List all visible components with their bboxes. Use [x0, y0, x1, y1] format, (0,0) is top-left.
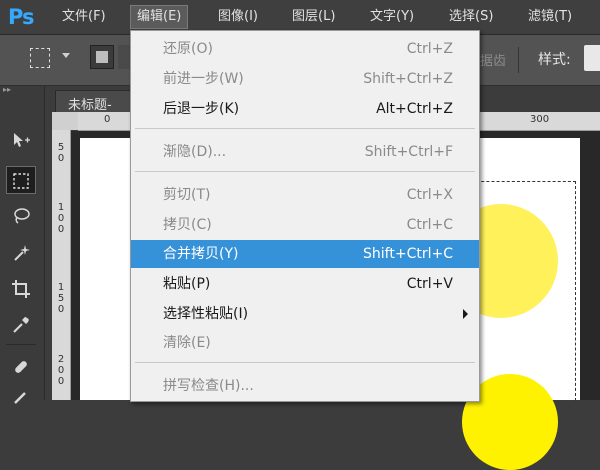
menu-item-clear[interactable]: 清除(E) — [131, 329, 479, 357]
menu-item-paste[interactable]: 粘贴(P) Ctrl+V — [131, 270, 479, 298]
ruler-v-tick: 100 — [57, 202, 65, 235]
new-selection-button[interactable] — [90, 45, 114, 69]
menu-item-cut[interactable]: 剪切(T) Ctrl+X — [131, 181, 479, 209]
menu-edit[interactable]: 编辑(E) — [130, 5, 189, 29]
ruler-v-tick: 50 — [57, 142, 65, 164]
ruler-h-tick: 0 — [104, 114, 111, 125]
menu-item-label: 后退一步(K) — [163, 101, 240, 117]
menu-layer[interactable]: 图层(L) — [286, 6, 341, 28]
anti-alias-label: 据齿 — [480, 54, 507, 69]
menu-item-shortcut: Ctrl+Z — [406, 41, 453, 57]
marquee-tool-icon[interactable] — [6, 166, 36, 194]
edit-menu-dropdown: 还原(O) Ctrl+Z 前进一步(W) Shift+Ctrl+Z 后退一步(K… — [130, 30, 480, 402]
magic-wand-tool-icon[interactable] — [6, 238, 36, 266]
crop-tool-icon[interactable] — [6, 274, 36, 302]
menu-item-shortcut: Ctrl+C — [406, 217, 453, 233]
menu-item-shortcut: Shift+Ctrl+C — [363, 246, 453, 262]
menu-file[interactable]: 文件(F) — [56, 6, 112, 28]
menu-item-label: 前进一步(W) — [163, 71, 244, 87]
menu-item-label: 剪切(T) — [163, 187, 211, 203]
document-tab[interactable]: 未标题- — [55, 90, 131, 113]
menu-item-spell-check[interactable]: 拼写检查(H)... — [131, 372, 479, 400]
menu-separator — [135, 171, 475, 172]
photoshop-logo: Ps — [8, 5, 35, 29]
menu-select[interactable]: 选择(S) — [443, 6, 499, 28]
menu-item-label: 合并拷贝(Y) — [163, 246, 239, 262]
ruler-origin[interactable] — [52, 112, 78, 130]
menu-separator — [135, 362, 475, 363]
toolbar-divider — [6, 344, 36, 345]
menu-item-label: 渐隐(D)... — [163, 144, 227, 160]
menu-filter[interactable]: 滤镜(T) — [522, 6, 578, 28]
ruler-v-tick: 150 — [57, 282, 65, 315]
lasso-tool-icon[interactable] — [6, 202, 36, 230]
menu-item-label: 清除(E) — [163, 335, 211, 351]
menu-item-label: 拷贝(C) — [163, 217, 212, 233]
marquee-selection — [466, 181, 576, 401]
tools-panel: ▸▸ — [0, 86, 45, 404]
menu-item-step-backward[interactable]: 后退一步(K) Alt+Ctrl+Z — [131, 95, 479, 123]
menu-item-step-forward[interactable]: 前进一步(W) Shift+Ctrl+Z — [131, 65, 479, 93]
menu-item-undo[interactable]: 还原(O) Ctrl+Z — [131, 35, 479, 63]
rectangular-marquee-icon[interactable] — [30, 48, 50, 68]
menu-item-fade[interactable]: 渐隐(D)... Shift+Ctrl+F — [131, 138, 479, 166]
style-select[interactable] — [584, 45, 600, 71]
healing-brush-tool-icon[interactable] — [6, 352, 36, 380]
menu-type[interactable]: 文字(Y) — [364, 6, 420, 28]
menu-item-shortcut: Shift+Ctrl+F — [364, 144, 453, 160]
menu-item-shortcut: Ctrl+X — [406, 187, 453, 203]
ruler-v-tick: 200 — [57, 354, 65, 387]
document-tab-label: 未标题- — [68, 98, 112, 113]
vertical-ruler[interactable]: 50 100 150 200 — [52, 130, 71, 400]
brush-tool-icon[interactable] — [6, 386, 36, 414]
menu-item-label: 选择性粘贴(I) — [163, 306, 249, 322]
style-label: 样式: — [538, 52, 571, 68]
menu-item-label: 还原(O) — [163, 41, 213, 57]
menu-item-shortcut: Shift+Ctrl+Z — [363, 71, 453, 87]
menu-item-copy-merged[interactable]: 合并拷贝(Y) Shift+Ctrl+C — [131, 240, 479, 268]
toolbar-grip-icon[interactable]: ▸▸ — [3, 86, 41, 94]
menu-item-copy[interactable]: 拷贝(C) Ctrl+C — [131, 211, 479, 239]
menu-item-paste-special[interactable]: 选择性粘贴(I) — [131, 300, 479, 328]
menu-item-label: 粘贴(P) — [163, 276, 211, 292]
menu-image[interactable]: 图像(I) — [212, 6, 264, 28]
submenu-arrow-icon — [463, 309, 468, 319]
menu-item-shortcut: Alt+Ctrl+Z — [376, 101, 453, 117]
ruler-h-tick: 300 — [530, 114, 550, 125]
menu-item-label: 拼写检查(H)... — [163, 378, 254, 394]
menu-item-shortcut: Ctrl+V — [406, 276, 453, 292]
options-divider — [518, 47, 519, 73]
menu-separator — [135, 128, 475, 129]
eyedropper-tool-icon[interactable] — [6, 310, 36, 338]
tool-preset-dropdown-icon[interactable] — [62, 53, 70, 58]
move-tool-icon[interactable] — [6, 126, 36, 154]
